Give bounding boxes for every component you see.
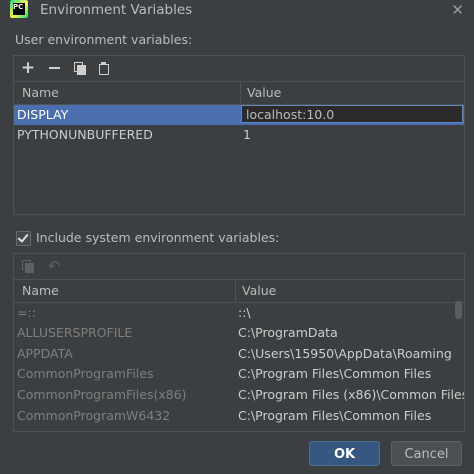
table-row[interactable]: CommonProgramW6432 C:\Program Files\Comm… [14,406,464,426]
ok-button[interactable]: OK [309,441,380,466]
env-var-value: C:\Program Files (x86)\Common Files [238,387,465,402]
column-header-value[interactable]: Value [242,283,276,298]
env-var-value: ::\ [238,305,251,320]
column-header-name[interactable]: Name [22,283,59,298]
env-var-name: DISPLAY [17,107,69,122]
env-var-name: CommonProgramFiles(x86) [17,387,187,402]
table-row[interactable]: =:: ::\ [14,303,464,323]
env-var-value: C:\Program Files\Common Files [238,408,432,423]
user-env-table: DISPLAY localhost:10.0 PYTHONUNBUFFERED … [14,105,464,145]
env-var-value: 1 [243,127,251,142]
table-row[interactable]: CommonProgramFiles(x86) C:\Program Files… [14,385,464,406]
column-header-value[interactable]: Value [247,85,281,100]
cancel-button[interactable]: Cancel [391,441,462,466]
table-row[interactable]: APPDATA C:\Users\15950\AppData\Roaming [14,344,464,364]
env-var-name: PYTHONUNBUFFERED [17,127,153,142]
copy-icon[interactable] [71,59,89,77]
env-var-name: ALLUSERSPROFILE [17,325,133,340]
system-env-table-header: Name Value [14,280,464,303]
env-var-name: CommonProgramFiles [17,366,154,381]
add-icon[interactable]: + [19,59,37,77]
title-bar: PC Environment Variables ✕ [0,0,474,24]
table-row[interactable]: DISPLAY localhost:10.0 [14,105,464,125]
close-icon[interactable]: ✕ [451,1,464,19]
system-env-table: =:: ::\ ALLUSERSPROFILE C:\ProgramData A… [14,303,464,426]
env-var-value: C:\Program Files\Common Files [238,366,432,381]
user-env-panel: + Name Value DISPLAY localhost:10.0 PYTH… [13,55,465,215]
paste-icon[interactable] [95,59,113,77]
column-divider[interactable] [240,82,241,104]
pycharm-logo-icon: PC [10,0,28,18]
env-var-name: APPDATA [17,346,73,361]
user-env-label: User environment variables: [15,32,193,47]
include-system-label[interactable]: Include system environment variables: [36,230,279,245]
remove-icon[interactable] [45,59,63,77]
user-env-toolbar: + [14,56,464,82]
app-icon-text: PC [13,3,25,15]
env-var-value: C:\ProgramData [238,325,338,340]
table-row[interactable]: PYTHONUNBUFFERED 1 [14,125,464,145]
undo-icon[interactable]: ↶ [45,257,63,275]
table-row[interactable]: CommonProgramFiles C:\Program Files\Comm… [14,364,464,385]
system-env-panel: ↶ Name Value =:: ::\ ALLUSERSPROFILE C:\… [13,253,465,432]
checkmark-icon [17,231,29,243]
system-env-toolbar: ↶ [14,254,464,280]
env-var-name: =:: [17,305,36,320]
table-row[interactable]: ALLUSERSPROFILE C:\ProgramData [14,323,464,344]
column-divider[interactable] [235,280,236,302]
include-system-checkbox[interactable] [16,231,31,246]
column-header-name[interactable]: Name [22,85,59,100]
vertical-scrollbar[interactable] [455,301,462,319]
user-env-table-header: Name Value [14,82,464,105]
env-var-value-input[interactable]: localhost:10.0 [241,105,463,123]
env-var-name: CommonProgramW6432 [17,408,171,423]
window-title: Environment Variables [40,2,193,18]
copy-icon[interactable] [19,257,37,275]
env-var-value: C:\Users\15950\AppData\Roaming [238,346,452,361]
